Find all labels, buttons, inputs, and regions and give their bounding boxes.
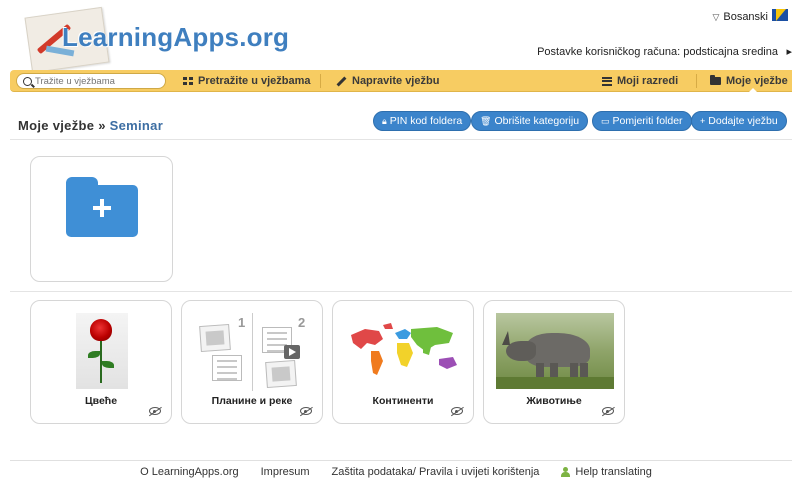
app-card[interactable]: 1 2 Планине и реке (181, 300, 323, 424)
footer-divider (10, 460, 792, 461)
world-map-thumbnail (351, 323, 457, 375)
search-box[interactable] (16, 73, 166, 89)
breadcrumb-current: Seminar (109, 118, 164, 133)
footer-help-label: Help translating (575, 466, 652, 478)
bosnia-flag-icon[interactable] (772, 9, 788, 21)
my-classes-button[interactable]: Moji razredi (602, 70, 678, 92)
language-selector[interactable]: ▽ Bosanski (712, 11, 768, 23)
folder-move-icon: ▭ (601, 115, 610, 126)
lock-icon: 🔒︎ (382, 115, 387, 126)
search-input[interactable] (35, 75, 155, 87)
rhino-thumbnail (496, 313, 614, 389)
delete-category-button[interactable]: 🗑︎ Obrišite kategoriju (471, 111, 589, 131)
app-title: Планине и реке (211, 395, 293, 407)
divider (10, 291, 792, 292)
app-card[interactable]: Континенти (332, 300, 474, 424)
logo-text: LearningApps.org (62, 22, 290, 52)
active-tab-caret (748, 88, 758, 93)
search-icon (23, 76, 32, 86)
footer-about-link[interactable]: O LearningApps.org (140, 466, 238, 478)
visibility-hidden-icon[interactable] (451, 407, 463, 415)
placeholder-number-1: 1 (238, 315, 246, 330)
rose-thumbnail (76, 313, 128, 389)
logo[interactable]: LearningApps.org (22, 6, 289, 74)
search-apps-button[interactable]: Pretražite u vježbama (183, 70, 311, 92)
move-folder-label: Pomjeriti folder (612, 115, 683, 127)
main-toolbar: Pretražite u vježbama Napravite vježbu M… (10, 70, 792, 92)
app-title: Цвеће (84, 395, 118, 407)
toolbar-divider (320, 74, 321, 88)
divider (10, 139, 792, 140)
app-card[interactable]: Цвеће (30, 300, 172, 424)
breadcrumb-root[interactable]: Moje vježbe (18, 118, 94, 133)
my-apps-label: Moje vježbe (726, 75, 788, 87)
my-classes-label: Moji razredi (617, 75, 679, 87)
delete-category-label: Obrišite kategoriju (494, 115, 580, 127)
placeholder-number-2: 2 (298, 315, 306, 330)
plus-icon: + (700, 116, 706, 126)
add-folder-icon (66, 177, 138, 237)
app-title: Континенти (372, 395, 434, 407)
placeholder-thumbnail: 1 2 (182, 301, 324, 393)
account-arrow-icon[interactable]: ▸ (786, 45, 792, 58)
account-settings-link[interactable]: Postavke korisničkog računa: podsticajna… (537, 46, 778, 58)
dropdown-triangle-icon: ▽ (712, 11, 720, 22)
breadcrumb: Moje vježbe » Seminar (18, 118, 163, 133)
visibility-hidden-icon[interactable] (300, 407, 312, 415)
new-folder-card[interactable] (30, 156, 173, 282)
app-card[interactable]: Животиње (483, 300, 625, 424)
create-app-button[interactable]: Napravite vježbu (336, 70, 439, 92)
pin-folder-label: PIN kod foldera (389, 115, 463, 127)
add-app-label: Dodajte vježbu (708, 115, 778, 127)
toolbar-divider (696, 74, 697, 88)
video-icon (284, 345, 300, 359)
folder-open-icon (710, 75, 721, 85)
person-icon (561, 467, 571, 477)
language-label: Bosanski (723, 11, 768, 23)
footer-help-link[interactable]: Help translating (561, 466, 652, 478)
breadcrumb-separator: » (98, 118, 106, 133)
trash-icon: 🗑︎ (480, 115, 492, 126)
footer: O LearningApps.org Impresum Zaštita poda… (0, 466, 792, 478)
page: LearningApps.org ▽ Bosanski Postavke kor… (0, 0, 792, 481)
pin-folder-button[interactable]: 🔒︎ PIN kod foldera (373, 111, 472, 131)
search-apps-label: Pretražite u vježbama (198, 75, 311, 87)
app-title: Животиње (526, 395, 582, 407)
grid-icon (183, 76, 193, 86)
pencil-icon (336, 76, 347, 86)
move-folder-button[interactable]: ▭ Pomjeriti folder (592, 111, 692, 131)
add-app-button[interactable]: + Dodajte vježbu (691, 111, 787, 131)
create-app-label: Napravite vježbu (352, 75, 440, 87)
visibility-hidden-icon[interactable] (602, 407, 614, 415)
footer-privacy-link[interactable]: Zaštita podataka/ Pravila i uvijeti kori… (332, 466, 540, 478)
footer-imprint-link[interactable]: Impresum (261, 466, 310, 478)
list-icon (602, 76, 612, 86)
visibility-hidden-icon[interactable] (149, 407, 161, 415)
